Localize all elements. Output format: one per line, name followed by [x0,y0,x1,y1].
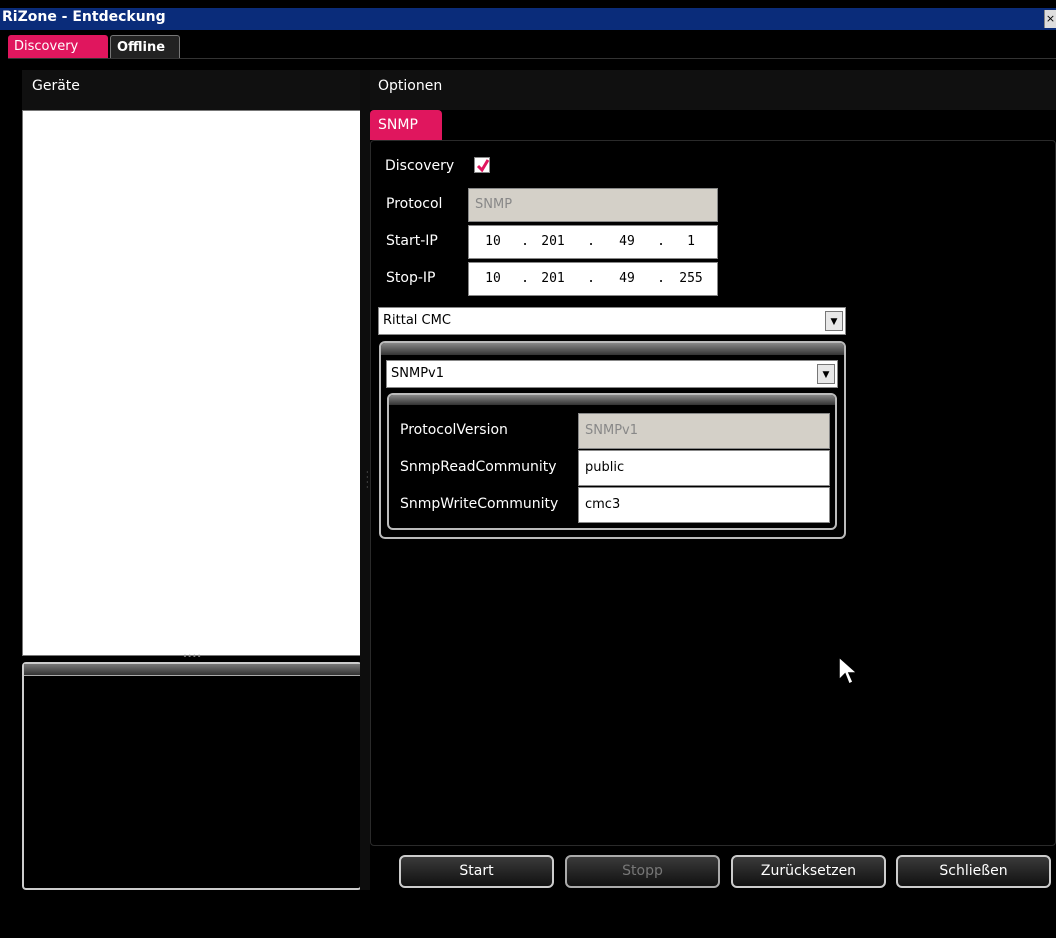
ip-dot: . [657,271,665,286]
device-detail-header [24,664,360,676]
snmp-version-value: SNMPv1 [391,366,444,381]
title-strip: RiZone - Entdeckung × [0,8,1056,30]
stop-ip-octet-3[interactable]: 49 [609,263,645,295]
reset-button[interactable]: Zurücksetzen [731,855,886,888]
start-button[interactable]: Start [399,855,554,888]
options-header: Optionen [370,70,1056,110]
device-detail-panel [22,662,362,890]
start-ip-label: Start-IP [386,233,438,249]
snmp-properties-header [389,395,835,405]
read-community-input[interactable]: public [578,450,830,486]
checkmark-icon [476,159,490,173]
discovery-checkbox[interactable] [474,157,490,173]
write-community-input[interactable]: cmc3 [578,487,830,523]
device-list[interactable] [22,110,362,656]
start-ip-octet-3[interactable]: 49 [609,226,645,258]
close-icon[interactable]: × [1044,10,1056,28]
stop-ip-field[interactable]: 10 . 201 . 49 . 255 [468,262,718,296]
stop-ip-octet-1[interactable]: 10 [481,263,505,295]
tab-discovery[interactable]: Discovery [8,35,108,59]
close-button[interactable]: Schließen [896,855,1051,888]
start-ip-octet-4[interactable]: 1 [673,226,709,258]
window-title: RiZone - Entdeckung [2,9,166,25]
protocol-version-label: ProtocolVersion [400,422,508,438]
ip-dot: . [587,271,595,286]
start-ip-octet-1[interactable]: 10 [481,226,505,258]
ip-dot: . [521,234,529,249]
tab-divider [8,58,1056,59]
chevron-down-icon[interactable]: ▼ [817,364,835,384]
ip-dot: . [657,234,665,249]
mouse-pointer-icon [838,656,859,686]
tab-snmp[interactable]: SNMP [370,110,442,140]
devices-header: Geräte [22,70,362,110]
snmp-version-select[interactable]: SNMPv1 ▼ [386,360,838,388]
start-ip-field[interactable]: 10 . 201 . 49 . 1 [468,225,718,259]
stop-ip-octet-4[interactable]: 255 [673,263,709,295]
chevron-down-icon[interactable]: ▼ [825,311,843,331]
protocol-label: Protocol [386,196,443,212]
read-community-label: SnmpReadCommunity [400,459,557,475]
options-title: Optionen [378,78,443,94]
devices-title: Geräte [32,78,80,94]
stop-button[interactable]: Stopp [565,855,720,888]
ip-dot: . [521,271,529,286]
stop-ip-label: Stop-IP [386,270,436,286]
device-type-value: Rittal CMC [383,313,451,328]
snmp-settings-group-header [381,343,844,355]
protocol-version-field: SNMPv1 [578,413,830,449]
horizontal-splitter-grip[interactable]: •••• [182,653,202,661]
ip-dot: . [587,234,595,249]
write-community-label: SnmpWriteCommunity [400,496,559,512]
stop-ip-octet-2[interactable]: 201 [535,263,571,295]
window-titlebar: RiZone - Entdeckung × [0,0,1056,34]
discovery-label: Discovery [385,158,455,174]
device-type-select[interactable]: Rittal CMC ▼ [378,307,846,335]
tab-offline[interactable]: Offline [110,35,180,59]
protocol-field: SNMP [468,188,718,222]
start-ip-octet-2[interactable]: 201 [535,226,571,258]
